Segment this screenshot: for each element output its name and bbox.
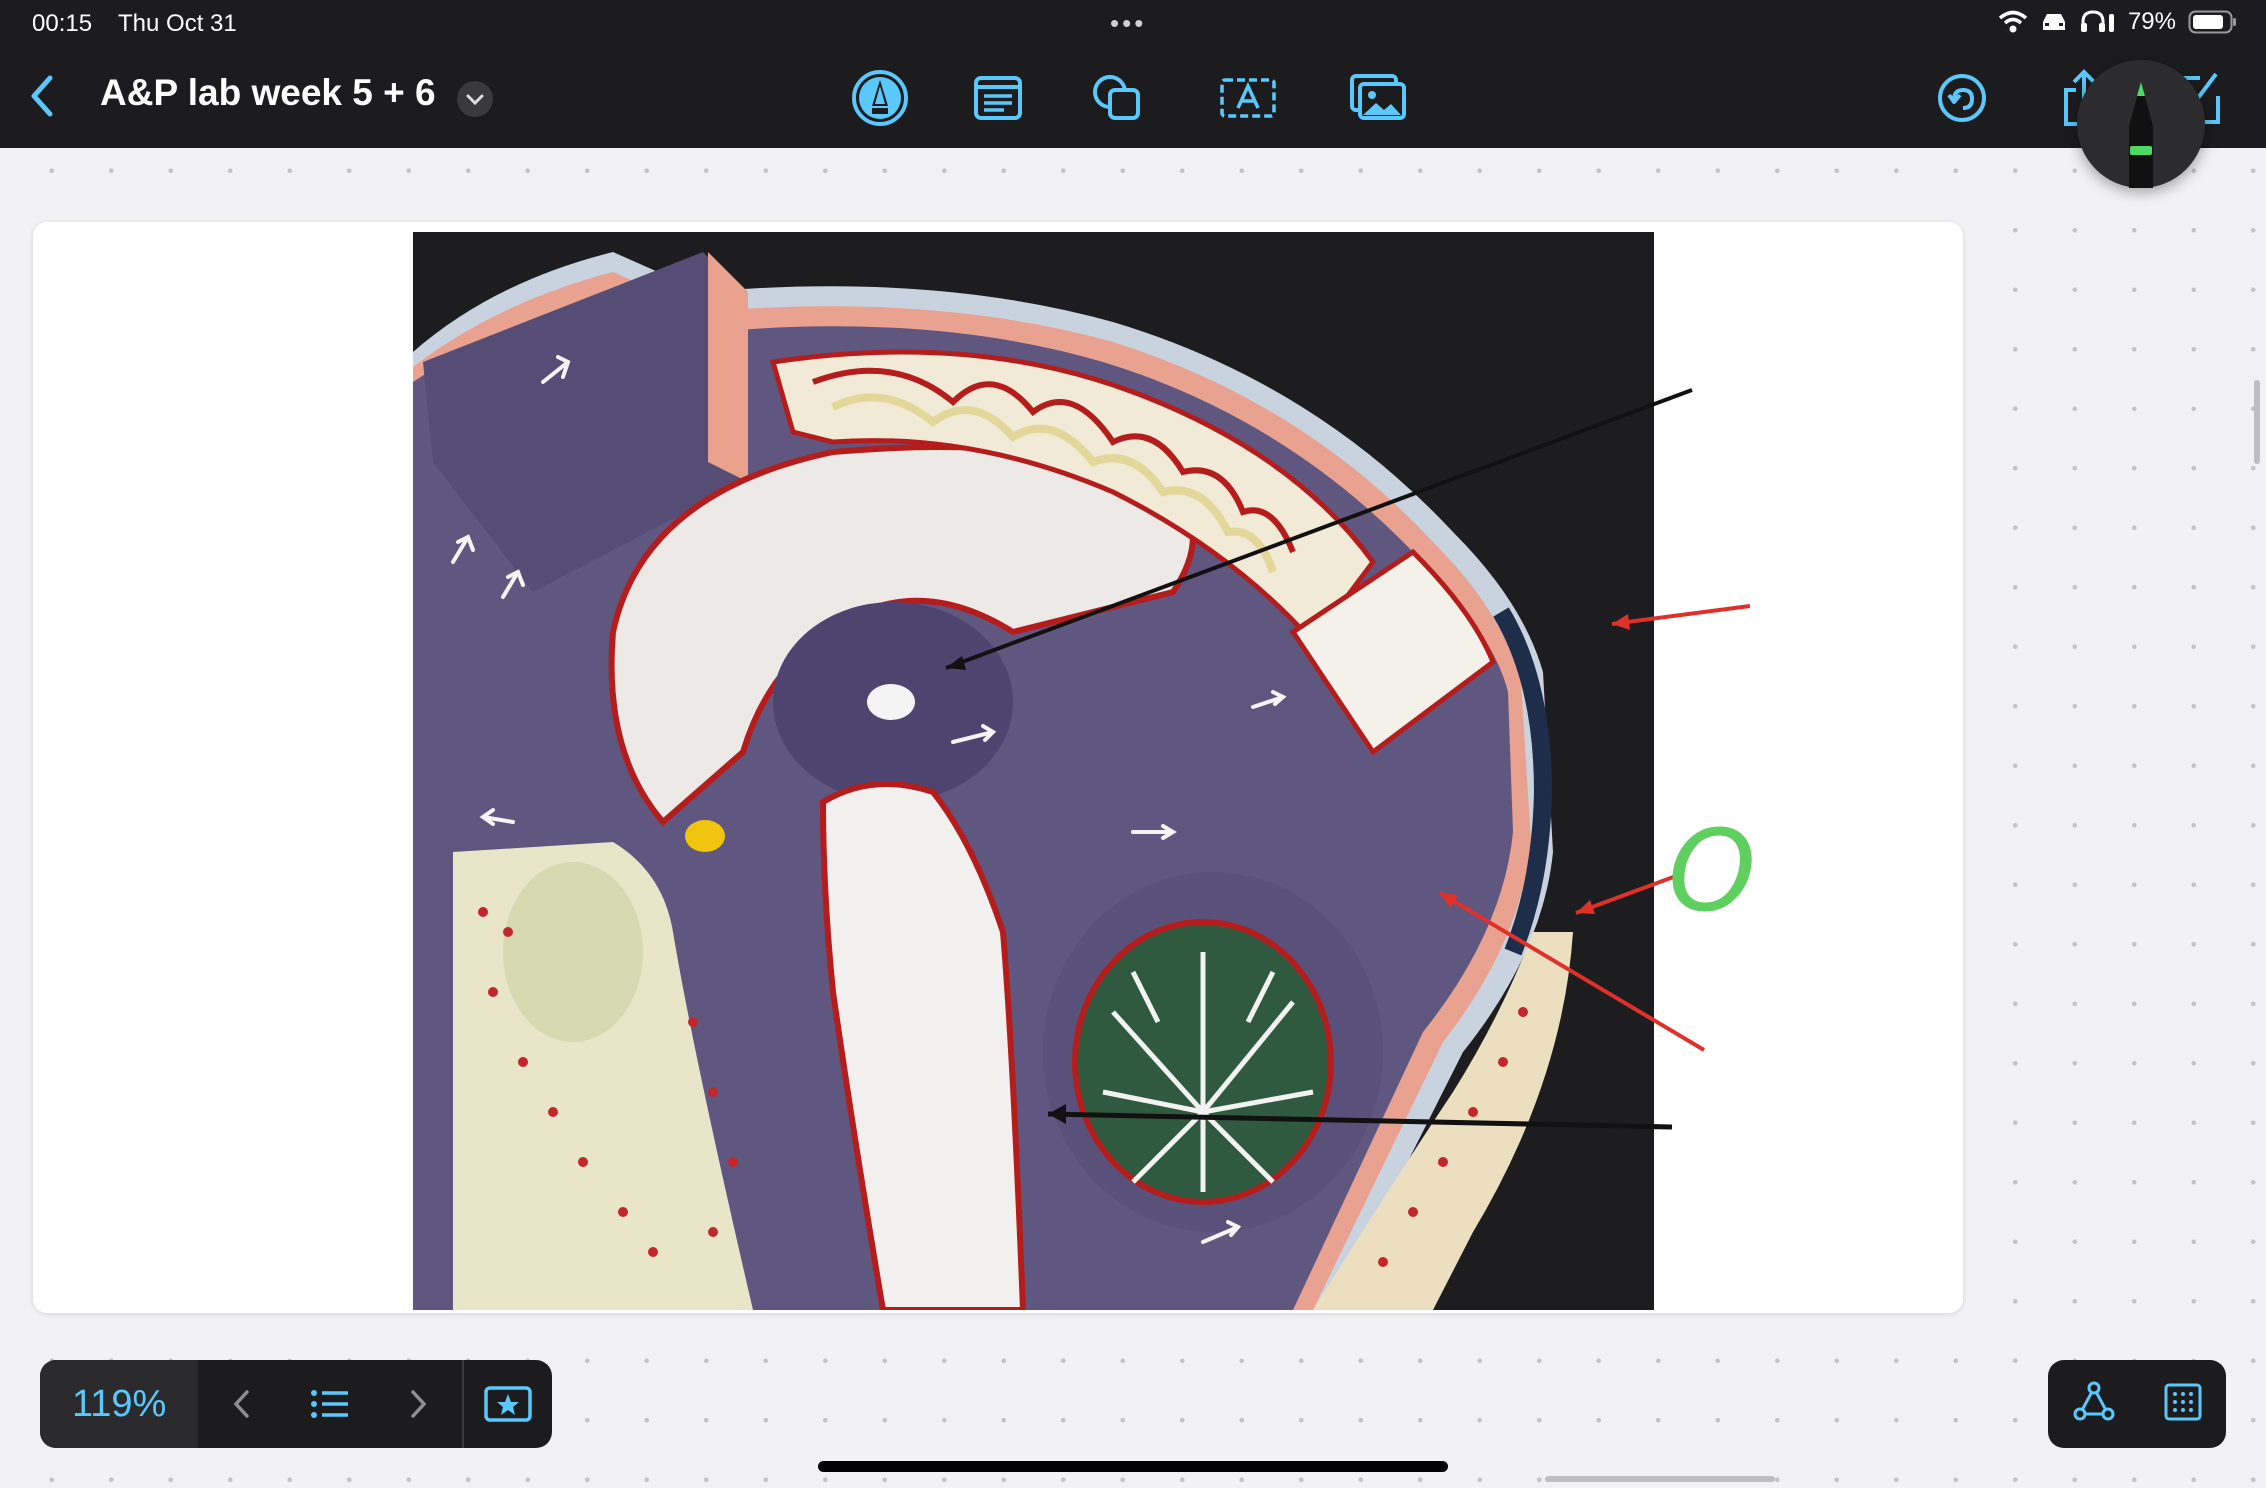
page-list-button[interactable]	[286, 1360, 374, 1448]
status-icons: 79%	[1998, 8, 2238, 36]
text-box-button[interactable]	[1216, 66, 1280, 130]
status-date: Thu Oct 31	[118, 10, 237, 37]
undo-button[interactable]	[1930, 66, 1994, 130]
car-icon	[2040, 10, 2068, 34]
canvas-tools-bar	[2048, 1360, 2226, 1448]
multitasking-dots-icon[interactable]: •••	[1110, 8, 1146, 39]
vertical-scroll-indicator[interactable]	[2254, 380, 2260, 464]
shapes-icon	[1093, 75, 1140, 120]
headphones-icon	[2080, 10, 2116, 34]
page-list-icon	[311, 1390, 349, 1418]
document-title[interactable]: A&P lab week 5 + 6	[100, 72, 436, 114]
status-bar: 00:15 Thu Oct 31 ••• 79%	[0, 0, 2266, 48]
next-page-button[interactable]	[374, 1360, 462, 1448]
brain-model-illustration	[413, 232, 1654, 1310]
text-box-icon	[1220, 78, 1276, 118]
battery-icon	[2188, 9, 2238, 35]
pen-tool-icon	[852, 70, 908, 126]
chevron-left-icon	[31, 75, 53, 117]
grid-icon	[2164, 1383, 2201, 1420]
undo-icon	[1938, 74, 1986, 122]
grid-button[interactable]	[2163, 1382, 2203, 1427]
favorite-button[interactable]	[464, 1360, 552, 1448]
image-insert-icon	[1350, 74, 1406, 120]
floating-pen-picker[interactable]	[2077, 60, 2205, 188]
battery-percent: 79%	[2127, 8, 2176, 35]
lasso-shape-icon	[2073, 1381, 2114, 1420]
pen-tip-icon	[2129, 82, 2153, 188]
note-icon	[974, 76, 1022, 120]
favorite-star-icon	[484, 1386, 532, 1422]
shapes-button[interactable]	[1086, 66, 1150, 130]
lasso-shape-button[interactable]	[2072, 1380, 2116, 1429]
previous-page-icon	[233, 1390, 250, 1418]
horizontal-scroll-indicator[interactable]	[1545, 1476, 1775, 1482]
pen-tool-button[interactable]	[848, 66, 912, 130]
title-menu-button[interactable]	[457, 81, 493, 117]
brain-model-photo[interactable]	[413, 232, 1654, 1310]
home-indicator[interactable]	[818, 1461, 1448, 1472]
chevron-down-icon	[466, 94, 484, 106]
wifi-icon	[1998, 9, 2028, 35]
next-page-icon	[411, 1390, 427, 1418]
back-button[interactable]	[20, 68, 64, 124]
page-navigation-bar: 119%	[40, 1360, 552, 1448]
document-toolbar: A&P lab week 5 + 6	[0, 48, 2266, 148]
zoom-level[interactable]: 119%	[40, 1360, 199, 1448]
image-insert-button[interactable]	[1346, 66, 1410, 130]
note-button[interactable]	[966, 66, 1030, 130]
previous-page-button[interactable]	[198, 1360, 286, 1448]
status-time: 00:15	[32, 10, 93, 37]
